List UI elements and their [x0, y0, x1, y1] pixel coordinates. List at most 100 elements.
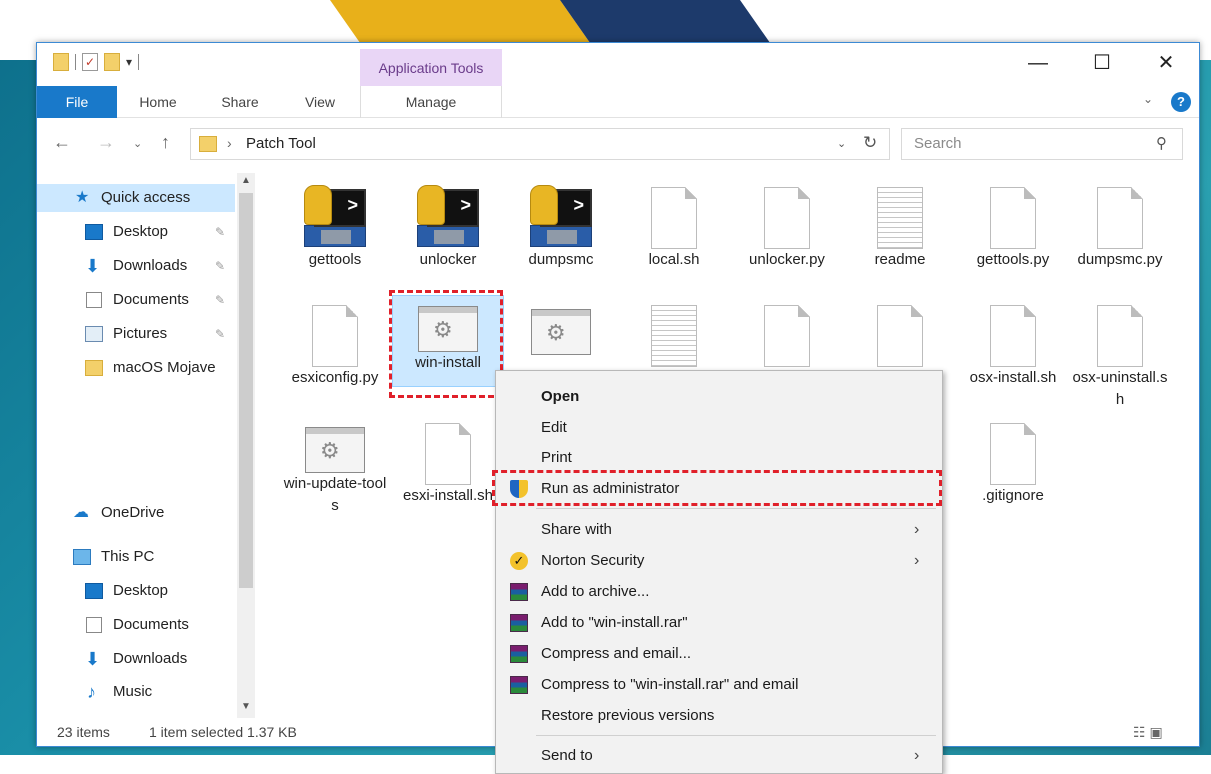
sidebar-item-onedrive[interactable]: ☁ OneDrive [37, 499, 235, 527]
menu-item-add-to-rar[interactable]: Add to "win-install.rar" [496, 607, 942, 638]
menu-item-compress-and-email[interactable]: Compress and email... [496, 638, 942, 669]
sidebar-item-quick-access[interactable]: ★ Quick access [37, 184, 235, 212]
sidebar-item-pc-documents[interactable]: Documents [37, 611, 235, 639]
file-name: esxi-install.sh [402, 487, 494, 504]
sidebar-item-pc-downloads[interactable]: ⬇ Downloads [37, 645, 235, 673]
file-item-local-sh[interactable]: local.sh [618, 181, 730, 271]
menu-item-norton-security[interactable]: ✓ Norton Security › [496, 545, 942, 576]
scrollbar-thumb[interactable] [239, 193, 253, 588]
file-icon [764, 187, 810, 249]
title-bar: ✓ ▾ Application Tools — ☐ ✕ [37, 43, 1199, 87]
file-item-esxi-install-sh[interactable]: esxi-install.sh [392, 417, 504, 507]
back-button[interactable]: ← [53, 132, 71, 153]
breadcrumb-patch-tool[interactable]: Patch Tool [246, 135, 316, 152]
navigation-pane: ★ Quick access Desktop ✎ ⬇ Downloads ✎ D… [37, 173, 257, 718]
file-item-text[interactable] [618, 299, 730, 367]
close-button[interactable]: ✕ [1137, 43, 1195, 83]
file-item-dumpsmc[interactable]: > dumpsmc [505, 181, 617, 271]
winrar-icon [510, 676, 528, 694]
sidebar-scrollbar[interactable]: ▲ ▼ [237, 173, 255, 718]
sidebar-item-desktop[interactable]: Desktop ✎ [37, 218, 235, 246]
file-item-win-update-tools[interactable]: ⚙ win-update-tools [279, 417, 391, 517]
selection-info: 1 item selected 1.37 KB [149, 724, 297, 740]
file-item-osx-uninstall-sh[interactable]: osx-uninstall.sh [1070, 299, 1170, 411]
sidebar-item-macos-mojave[interactable]: macOS Mojave [37, 354, 235, 382]
file-name: osx-uninstall.sh [1072, 369, 1168, 408]
menu-item-compress-to-rar-and-email[interactable]: Compress to "win-install.rar" and email [496, 669, 942, 700]
menu-item-label: Restore previous versions [541, 707, 715, 724]
sidebar-item-pc-desktop[interactable]: Desktop [37, 577, 235, 605]
file-item-blank[interactable] [731, 299, 843, 367]
pin-icon[interactable]: ✎ [215, 320, 225, 348]
sidebar-item-documents[interactable]: Documents ✎ [37, 286, 235, 314]
sidebar-item-downloads[interactable]: ⬇ Downloads ✎ [37, 252, 235, 280]
menu-item-add-to-archive[interactable]: Add to archive... [496, 576, 942, 607]
sidebar-item-this-pc[interactable]: This PC [37, 543, 235, 571]
file-item-blank[interactable] [844, 299, 956, 367]
menu-item-edit[interactable]: Edit [496, 412, 942, 443]
pictures-icon [85, 326, 103, 342]
scroll-up-icon[interactable]: ▲ [241, 175, 251, 186]
menu-item-label: Share with [541, 521, 612, 538]
maximize-button[interactable]: ☐ [1073, 43, 1131, 83]
file-name: dumpsmc.py [1077, 251, 1163, 268]
tab-manage[interactable]: Manage [360, 86, 502, 118]
folder-icon[interactable] [53, 53, 69, 71]
wallpaper-stripe [330, 0, 592, 45]
file-name: local.sh [648, 251, 700, 268]
file-item-unlocker-py[interactable]: unlocker.py [731, 181, 843, 271]
tab-view[interactable]: View [287, 86, 353, 118]
recent-locations-button[interactable]: ⌄ [133, 137, 142, 150]
submenu-arrow-icon: › [914, 747, 920, 764]
file-item-batch[interactable]: ⚙ [505, 299, 617, 355]
scroll-down-icon[interactable]: ▼ [241, 701, 251, 712]
sidebar-item-music[interactable]: ♪ Music [37, 678, 235, 706]
customize-toolbar-button[interactable]: ▾ [126, 55, 132, 69]
menu-item-send-to[interactable]: Send to › [496, 740, 942, 771]
address-dropdown-button[interactable]: ⌄ [837, 137, 846, 150]
search-placeholder: Search [914, 135, 962, 152]
minimize-button[interactable]: — [1009, 43, 1067, 83]
file-icon [990, 187, 1036, 249]
menu-item-print[interactable]: Print [496, 442, 942, 473]
file-name: win-update-tools [283, 475, 387, 514]
refresh-button[interactable]: ↻ [863, 133, 877, 153]
file-item-gitignore[interactable]: .gitignore [957, 417, 1069, 507]
file-item-esxiconfig-py[interactable]: esxiconfig.py [279, 299, 391, 389]
menu-item-restore-previous-versions[interactable]: Restore previous versions [496, 700, 942, 731]
file-item-gettools-py[interactable]: gettools.py [957, 181, 1069, 271]
search-input[interactable]: Search ⚲ [901, 128, 1183, 160]
sidebar-item-label: This PC [101, 548, 155, 565]
file-item-unlocker[interactable]: > unlocker [392, 181, 504, 271]
expand-ribbon-icon[interactable]: ⌄ [1143, 92, 1153, 106]
file-icon [877, 305, 923, 367]
help-icon[interactable]: ? [1171, 92, 1191, 112]
sidebar-item-label: macOS Mojave [113, 359, 216, 376]
menu-item-share-with[interactable]: Share with › [496, 514, 942, 545]
pin-icon[interactable]: ✎ [215, 218, 225, 246]
address-bar[interactable]: › Patch Tool ⌄ ↻ [190, 128, 890, 160]
forward-button[interactable]: → [97, 132, 115, 153]
menu-item-label: Open [541, 388, 580, 405]
up-button[interactable]: ↑ [161, 132, 170, 153]
documents-icon [86, 292, 102, 308]
properties-icon[interactable]: ✓ [82, 53, 98, 71]
file-name: gettools.py [976, 251, 1050, 268]
cloud-icon: ☁ [73, 504, 89, 521]
new-folder-icon[interactable] [104, 53, 120, 71]
file-item-gettools[interactable]: > gettools [279, 181, 391, 271]
sidebar-item-pictures[interactable]: Pictures ✎ [37, 320, 235, 348]
file-item-readme[interactable]: readme [844, 181, 956, 271]
tab-home[interactable]: Home [125, 86, 191, 118]
winrar-icon [510, 583, 528, 601]
file-item-dumpsmc-py[interactable]: dumpsmc.py [1070, 181, 1170, 271]
tab-share[interactable]: Share [207, 86, 273, 118]
tab-file[interactable]: File [37, 86, 117, 118]
menu-item-open[interactable]: Open [496, 381, 942, 412]
pin-icon[interactable]: ✎ [215, 252, 225, 280]
breadcrumb-separator[interactable]: › [227, 135, 232, 151]
view-toggle-icons[interactable]: ☷ ▣ [1133, 718, 1163, 746]
file-item-osx-install-sh[interactable]: osx-install.sh [957, 299, 1069, 389]
pin-icon[interactable]: ✎ [215, 286, 225, 314]
desktop-icon [85, 224, 103, 240]
